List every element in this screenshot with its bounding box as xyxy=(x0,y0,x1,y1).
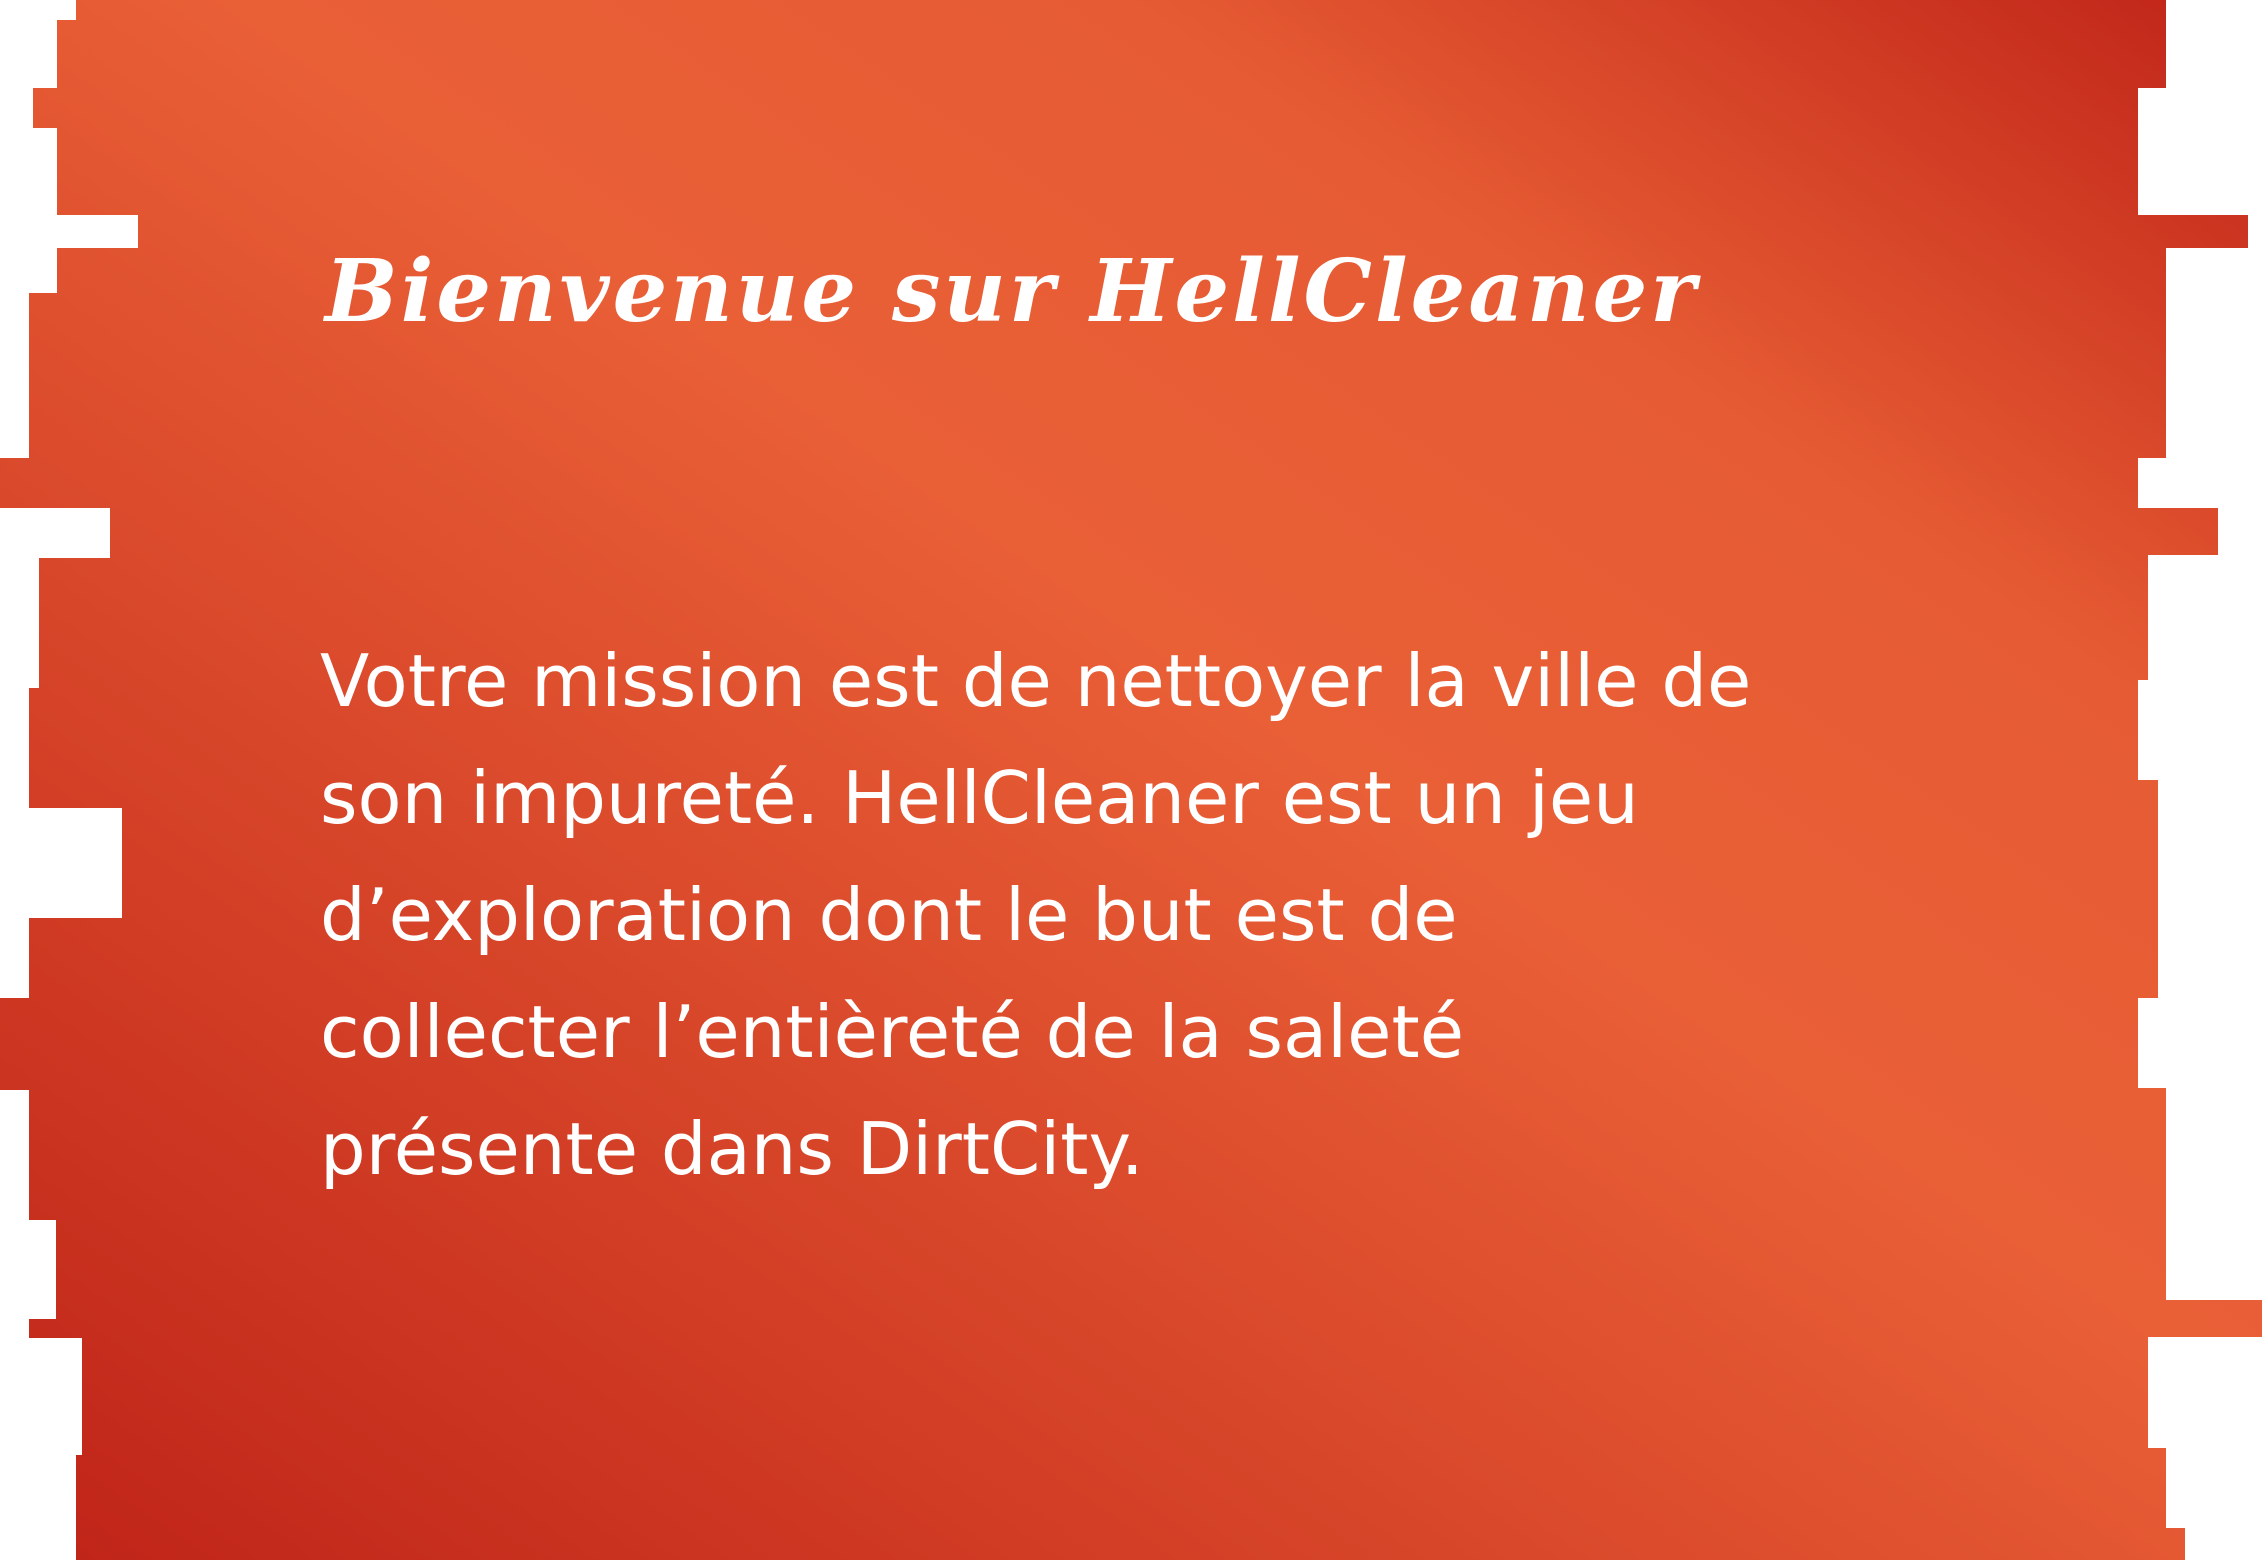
description-line: son impureté. HellCleaner est un jeu xyxy=(320,756,1639,840)
description-line: présente dans DirtCity. xyxy=(320,1107,1144,1191)
description-line: d’exploration dont le but est de xyxy=(320,873,1458,957)
welcome-screen: Bienvenue sur HellCleaner Votre mission … xyxy=(0,0,2262,1560)
mission-description: Votre mission est de nettoyer la ville d… xyxy=(320,623,1960,1208)
description-line: collecter l’entièreté de la saleté xyxy=(320,990,1464,1074)
description-line: Votre mission est de nettoyer la ville d… xyxy=(320,639,1752,723)
welcome-title: Bienvenue sur HellCleaner xyxy=(325,241,1699,342)
